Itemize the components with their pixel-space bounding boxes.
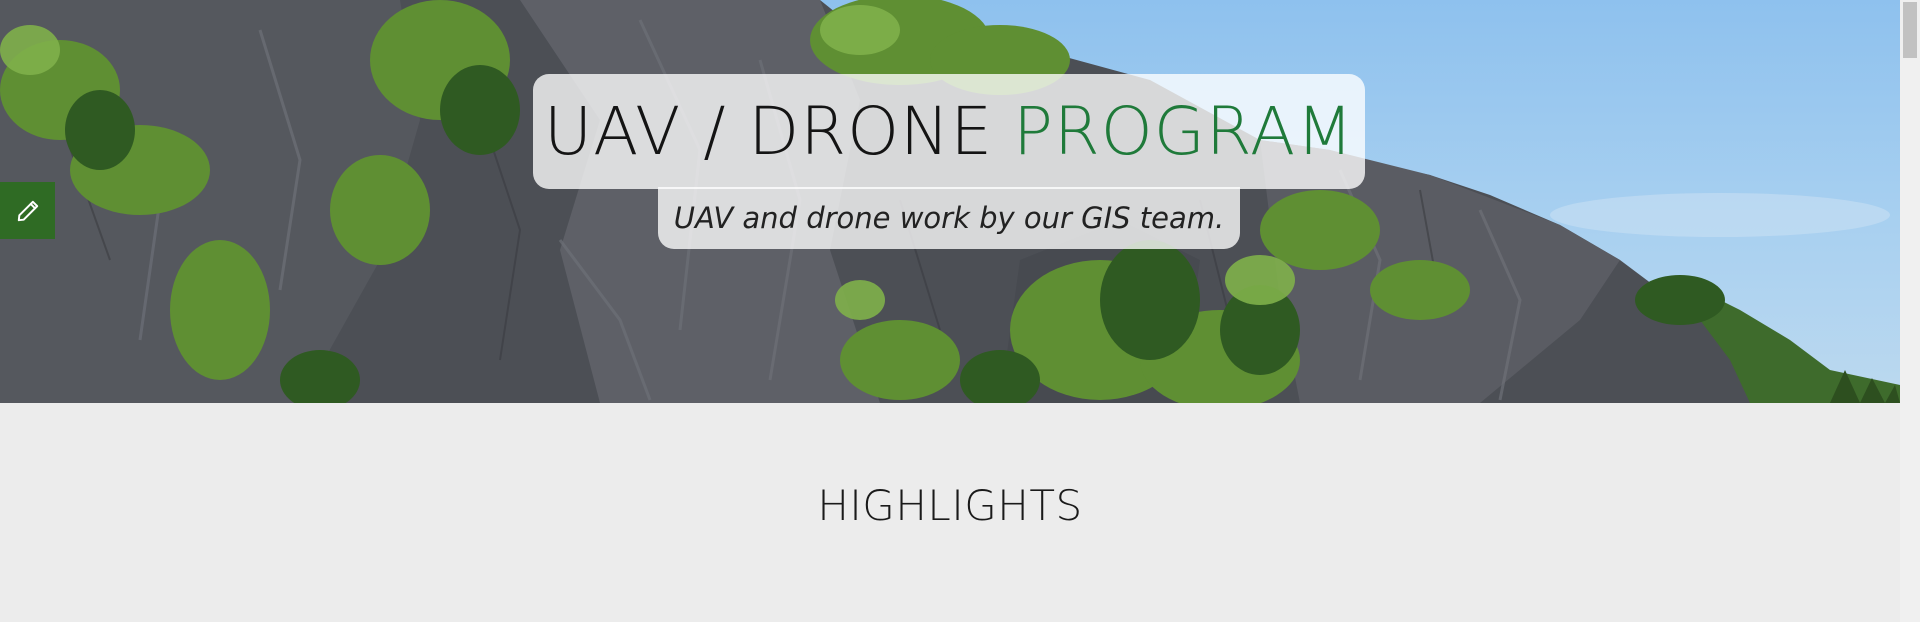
edit-button[interactable] xyxy=(0,182,55,239)
section-title: HIGHLIGHTS xyxy=(817,481,1083,530)
vertical-scrollbar[interactable] xyxy=(1900,0,1920,622)
page-title-main: UAV / DRONE xyxy=(543,92,994,170)
scrollbar-thumb[interactable] xyxy=(1903,2,1917,58)
page-title-accent: PROGRAM xyxy=(1013,92,1355,170)
hero-banner: UAV / DRONE PROGRAM UAV and drone work by… xyxy=(0,0,1900,403)
pencil-icon xyxy=(17,200,38,221)
highlights-section: HIGHLIGHTS xyxy=(0,403,1900,622)
subtitle-panel: UAV and drone work by our GIS team. xyxy=(658,187,1240,249)
page-subtitle: UAV and drone work by our GIS team. xyxy=(673,201,1225,235)
title-panel: UAV / DRONE PROGRAM xyxy=(533,74,1365,189)
page-title: UAV / DRONE PROGRAM xyxy=(544,98,1354,165)
